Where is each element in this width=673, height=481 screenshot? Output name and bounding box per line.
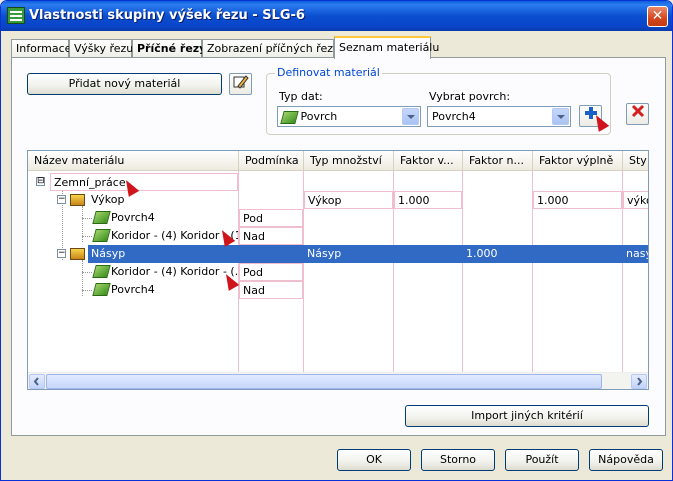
col-header-factor-v[interactable]: Faktor v...	[394, 151, 463, 171]
col-header-factor-n[interactable]: Faktor n...	[463, 151, 533, 171]
edit-style-button[interactable]	[229, 73, 252, 95]
help-button[interactable]: Nápověda	[589, 449, 663, 471]
table-row[interactable]: − Násyp Násyp 1.000 nasy	[28, 245, 648, 263]
scroll-thumb[interactable]	[46, 374, 602, 389]
material-name[interactable]: Násyp	[88, 245, 238, 263]
app-icon	[7, 7, 25, 24]
collapse-icon[interactable]: −	[57, 249, 66, 258]
table-row[interactable]: Povrch4 Nad	[28, 281, 648, 299]
ok-button[interactable]: OK	[337, 449, 411, 471]
collapse-icon[interactable]: −	[57, 195, 66, 204]
col-header-qty-type[interactable]: Typ množství	[304, 151, 394, 171]
material-name[interactable]: Povrch4	[108, 281, 238, 299]
col-header-name[interactable]: Název materiálu	[28, 151, 239, 171]
table-row[interactable]: − Výkop Výkop 1.000 1.000 výko	[28, 191, 648, 209]
factor-v-cell[interactable]: 1.000	[394, 191, 462, 209]
horizontal-scrollbar[interactable]	[28, 372, 648, 389]
material-grid[interactable]: Název materiálu Podmínka Typ množství Fa…	[27, 150, 649, 390]
tree-line	[82, 290, 92, 291]
scroll-left-button[interactable]	[29, 374, 45, 389]
factor-n-cell[interactable]: 1.000	[463, 245, 532, 263]
dialog-window: Vlastnosti skupiny výšek řezu - SLG-6 ✕ …	[0, 0, 673, 481]
surface-select[interactable]: Povrch4	[427, 106, 571, 127]
condition-cell[interactable]: Nad	[239, 227, 303, 245]
material-name[interactable]: Povrch4	[108, 209, 238, 227]
chevron-down-icon[interactable]	[402, 108, 419, 125]
import-criteria-button[interactable]: Import jiných kritérií	[405, 405, 649, 427]
tree-line	[82, 236, 92, 237]
col-header-fill-factor[interactable]: Faktor výplně	[533, 151, 623, 171]
qty-type-cell[interactable]: Násyp	[304, 245, 393, 263]
condition-cell[interactable]: Pod	[239, 263, 303, 281]
tab-seznam-materialu[interactable]: Seznam materiálu	[334, 36, 439, 59]
surface-icon	[280, 110, 299, 124]
pencil-icon	[233, 75, 249, 89]
material-name[interactable]: Zemní_práce	[50, 173, 238, 191]
chevron-down-icon[interactable]	[552, 108, 569, 125]
tab-informace[interactable]: Informace	[11, 39, 71, 58]
delete-icon	[631, 104, 644, 118]
material-icon	[70, 248, 85, 260]
scroll-right-button[interactable]	[631, 374, 647, 389]
title-bar[interactable]: Vlastnosti skupiny výšek řezu - SLG-6 ✕	[1, 1, 672, 31]
grid-header: Název materiálu Podmínka Typ množství Fa…	[28, 151, 648, 171]
tab-vysky-rezu[interactable]: Výšky řezu	[69, 39, 133, 58]
qty-type-cell[interactable]: Výkop	[304, 191, 393, 209]
close-button[interactable]: ✕	[647, 6, 668, 27]
define-material-label: Definovat materiál	[275, 66, 382, 79]
cancel-button[interactable]: Storno	[421, 449, 495, 471]
tab-zobrazeni[interactable]: Zobrazení příčných řezů	[202, 39, 340, 58]
style-cell[interactable]: výko	[623, 191, 648, 209]
surface-label: Vybrat povrch:	[429, 90, 511, 103]
tree-line	[82, 218, 92, 219]
data-type-value: Povrch	[300, 110, 338, 123]
chevron-left-icon	[33, 377, 39, 386]
table-row[interactable]: Povrch4 Pod	[28, 209, 648, 227]
tab-pricne-rezy[interactable]: Příčné řezy	[132, 39, 206, 58]
table-row[interactable]: Koridor - (4) Koridor - (... Pod	[28, 263, 648, 281]
col-header-style[interactable]: Sty	[623, 151, 648, 171]
add-material-button[interactable]: Přidat nový materiál	[27, 73, 222, 95]
fill-factor-cell[interactable]: 1.000	[533, 191, 622, 209]
style-cell[interactable]: nasy	[623, 245, 648, 263]
table-row[interactable]: Koridor - (4) Koridor - (1) Nad	[28, 227, 648, 245]
window-title: Vlastnosti skupiny výšek řezu - SLG-6	[29, 8, 305, 23]
col-header-condition[interactable]: Podmínka	[239, 151, 304, 171]
data-type-select[interactable]: Povrch	[277, 106, 421, 127]
apply-button[interactable]: Použít	[505, 449, 579, 471]
chevron-right-icon	[637, 377, 643, 386]
condition-cell[interactable]: Pod	[239, 209, 303, 227]
material-icon	[70, 194, 85, 206]
tree-line	[82, 272, 92, 273]
data-type-label: Typ dat:	[279, 90, 323, 103]
material-name[interactable]: Koridor - (4) Koridor - (...	[108, 263, 238, 281]
material-name[interactable]: Výkop	[88, 191, 238, 209]
delete-button[interactable]	[626, 103, 649, 125]
collapse-icon[interactable]: ⊟	[36, 177, 45, 186]
surface-value: Povrch4	[432, 110, 476, 123]
condition-cell[interactable]: Nad	[239, 281, 303, 299]
